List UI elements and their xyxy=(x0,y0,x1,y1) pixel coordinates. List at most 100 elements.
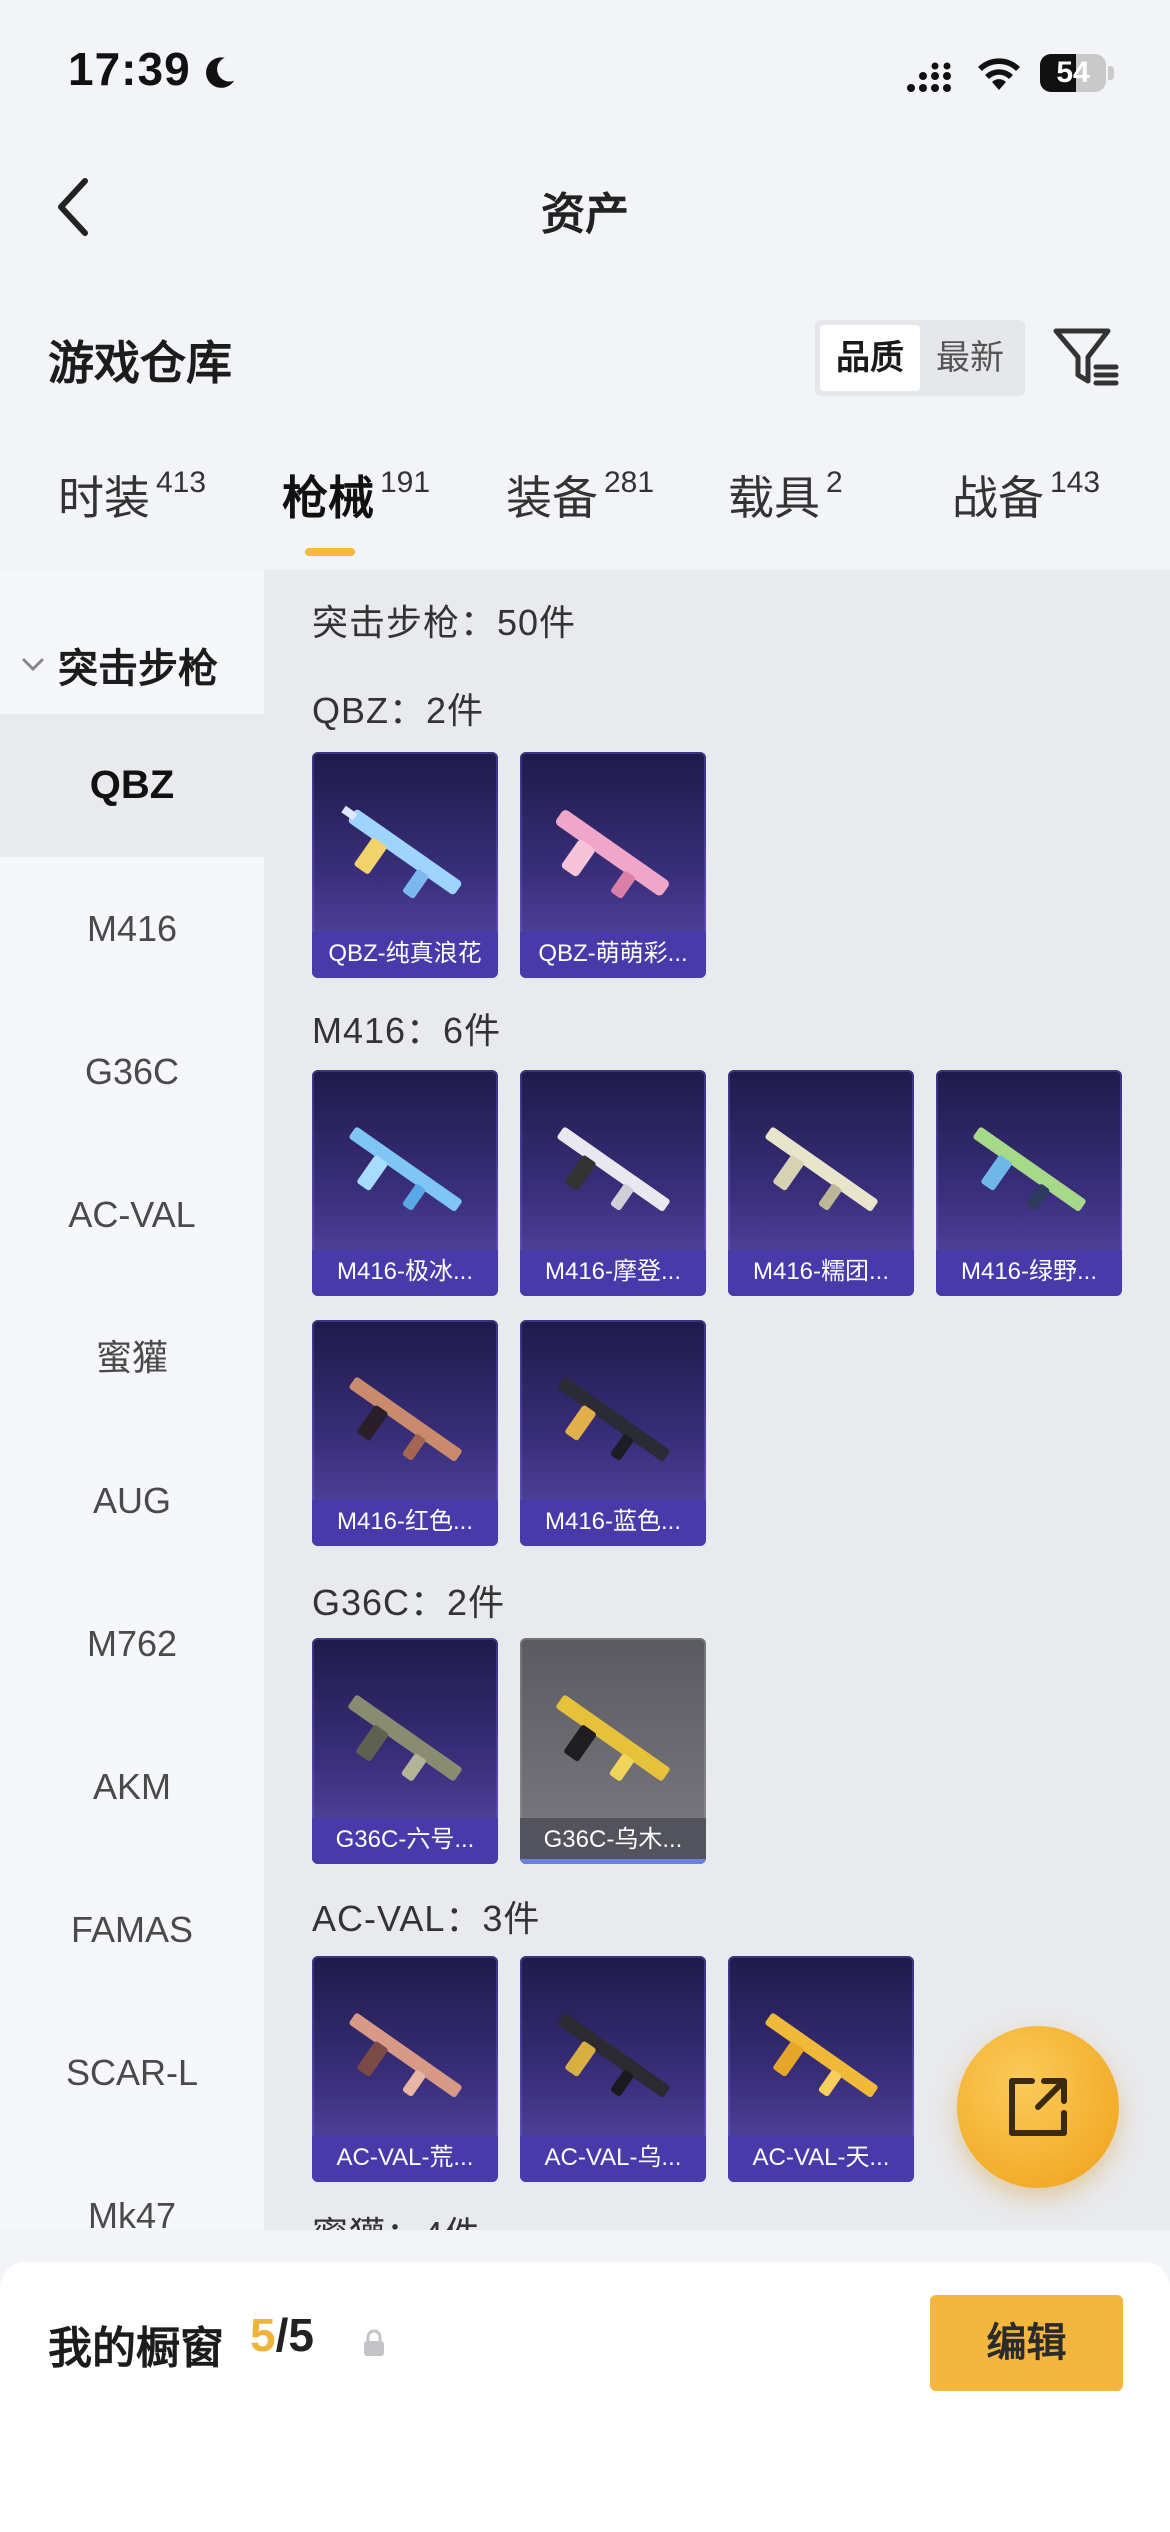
rifle-image xyxy=(555,810,669,899)
rifle-image xyxy=(556,1695,670,1781)
category-tabs: 时装 413 枪械 191 装备 281 载具 2 战备 143 xyxy=(0,462,1170,562)
tab-supplies[interactable]: 战备 143 xyxy=(952,462,1100,528)
weapon-card-label: M416-糯团... xyxy=(728,1250,914,1296)
weapon-card[interactable]: QBZ-萌萌彩... xyxy=(520,752,706,978)
showcase-count-total: /5 xyxy=(275,2309,314,2361)
weapon-card[interactable]: AC-VAL-天... xyxy=(728,1956,914,2182)
weapon-card[interactable]: AC-VAL-荒... xyxy=(312,1956,498,2182)
sidebar-item-ac-val[interactable]: AC-VAL xyxy=(0,1143,264,1286)
tab-fashion[interactable]: 时装 413 xyxy=(58,462,206,528)
share-button[interactable] xyxy=(957,2026,1119,2188)
wifi-icon xyxy=(978,58,1020,90)
group-title-ac-val: AC-VAL：3件 xyxy=(312,1898,541,1939)
sidebar-item-g36c[interactable]: G36C xyxy=(0,1000,264,1143)
rifle-image xyxy=(341,805,462,899)
chevron-down-icon xyxy=(22,658,44,672)
rifle-image xyxy=(557,1127,670,1212)
warehouse-title: 游戏仓库 xyxy=(48,337,232,389)
tab-label: 载具 xyxy=(728,472,820,524)
weapon-card-label: M416-蓝色... xyxy=(520,1500,706,1546)
sort-option-quality[interactable]: 品质 xyxy=(820,325,920,391)
rifle-image xyxy=(349,1377,462,1462)
rifle-image xyxy=(348,1695,462,1781)
sidebar-group-label: 突击步枪 xyxy=(58,647,218,691)
rifle-image xyxy=(765,1127,878,1212)
warehouse-header: 游戏仓库 品质 最新 xyxy=(0,305,1170,405)
sidebar-item-m762[interactable]: M762 xyxy=(0,1572,264,1715)
tab-count: 2 xyxy=(826,466,843,499)
showcase-label: 我的橱窗 xyxy=(48,2324,224,2373)
tab-label: 装备 xyxy=(506,472,598,524)
group-title-qbz: QBZ：2件 xyxy=(312,690,485,731)
cellular-signal-icon xyxy=(907,62,951,92)
tab-label: 枪械 xyxy=(282,472,374,524)
weapon-card-label: M416-红色... xyxy=(312,1500,498,1546)
weapon-card-label: G36C-六号... xyxy=(312,1818,498,1864)
tab-vehicles[interactable]: 载具 2 xyxy=(728,462,843,528)
tab-label: 战备 xyxy=(952,472,1044,524)
weapon-card-label: M416-摩登... xyxy=(520,1250,706,1296)
rifle-image xyxy=(765,2013,878,2098)
group-title-g36c: G36C：2件 xyxy=(312,1582,506,1623)
rifle-image xyxy=(557,2013,670,2098)
sidebar-item-scar-l[interactable]: SCAR-L xyxy=(0,2001,264,2144)
battery-level: 54 xyxy=(1056,56,1090,89)
share-icon xyxy=(1009,2078,1067,2136)
sidebar-item-famas[interactable]: FAMAS xyxy=(0,1858,264,2001)
weapon-card-label: M416-极冰... xyxy=(312,1250,498,1296)
sidebar-item-aug[interactable]: AUG xyxy=(0,1429,264,1572)
weapon-card[interactable]: M416-绿野... xyxy=(936,1070,1122,1296)
weapon-card[interactable]: G36C-六号... xyxy=(312,1638,498,1864)
lock-icon xyxy=(364,2329,384,2356)
weapon-card[interactable]: M416-糯团... xyxy=(728,1070,914,1296)
subcategory-sidebar: 突击步枪 QBZ M416 G36C AC-VAL 蜜獾 AUG M762 AK… xyxy=(0,570,264,2230)
category-summary: 突击步枪：50件 xyxy=(312,602,577,643)
sidebar-item-m416[interactable]: M416 xyxy=(0,857,264,1000)
sort-option-newest[interactable]: 最新 xyxy=(920,325,1020,391)
filter-icon xyxy=(1053,328,1119,386)
weapon-card[interactable]: M416-蓝色... xyxy=(520,1320,706,1546)
weapon-card-label: AC-VAL-乌... xyxy=(520,2136,706,2182)
tab-firearms[interactable]: 枪械 191 xyxy=(282,462,430,528)
tab-count: 281 xyxy=(604,466,655,499)
sidebar-item-mk47[interactable]: Mk47 xyxy=(0,2144,264,2230)
page-title: 资产 xyxy=(541,190,629,239)
sidebar-item-honey-badger[interactable]: 蜜獾 xyxy=(0,1286,264,1429)
group-title-m416: M416：6件 xyxy=(312,1010,502,1051)
rifle-image xyxy=(349,2013,462,2098)
weapon-card-label: QBZ-萌萌彩... xyxy=(520,932,706,978)
active-tab-indicator xyxy=(305,548,355,556)
weapon-card-label: AC-VAL-荒... xyxy=(312,2136,498,2182)
sidebar-group-assault-rifles[interactable]: 突击步枪 xyxy=(0,610,264,720)
weapon-card-label: AC-VAL-天... xyxy=(728,2136,914,2182)
showcase-count: 5/5 xyxy=(250,2308,314,2362)
showcase-count-current: 5 xyxy=(250,2309,276,2361)
filter-button[interactable] xyxy=(1050,323,1120,393)
edit-button[interactable]: 编辑 xyxy=(930,2295,1123,2391)
status-time: 17:39 xyxy=(68,43,191,95)
tab-count: 413 xyxy=(156,466,207,499)
weapon-card[interactable]: QBZ-纯真浪花 xyxy=(312,752,498,978)
rifle-image xyxy=(973,1127,1086,1212)
rifle-image xyxy=(349,1127,462,1212)
tab-count: 191 xyxy=(380,466,431,499)
weapon-grid: 突击步枪：50件 QBZ：2件 QBZ-纯真浪花 QBZ-萌萌彩... M416… xyxy=(264,570,1170,2230)
weapon-card[interactable]: M416-红色... xyxy=(312,1320,498,1546)
weapon-card-label: G36C-乌木... xyxy=(520,1818,706,1864)
tab-label: 时装 xyxy=(58,472,150,524)
showcase-bar: 我的橱窗 5/5 编辑 xyxy=(0,2262,1170,2532)
sidebar-item-qbz[interactable]: QBZ xyxy=(0,714,264,857)
nav-header: 资产 xyxy=(0,150,1170,265)
rifle-image xyxy=(557,1377,670,1462)
moon-icon xyxy=(206,57,235,88)
sidebar-item-akm[interactable]: AKM xyxy=(0,1715,264,1858)
weapon-card-label: QBZ-纯真浪花 xyxy=(312,932,498,978)
weapon-card[interactable]: G36C-乌木... xyxy=(520,1638,706,1864)
weapon-card[interactable]: M416-极冰... xyxy=(312,1070,498,1296)
weapon-card[interactable]: M416-摩登... xyxy=(520,1070,706,1296)
tab-equipment[interactable]: 装备 281 xyxy=(506,462,654,528)
weapon-card-label: M416-绿野... xyxy=(936,1250,1122,1296)
sort-toggle: 品质 最新 xyxy=(815,320,1025,396)
weapon-card[interactable]: AC-VAL-乌... xyxy=(520,1956,706,2182)
battery-indicator: 54 xyxy=(1040,54,1114,92)
